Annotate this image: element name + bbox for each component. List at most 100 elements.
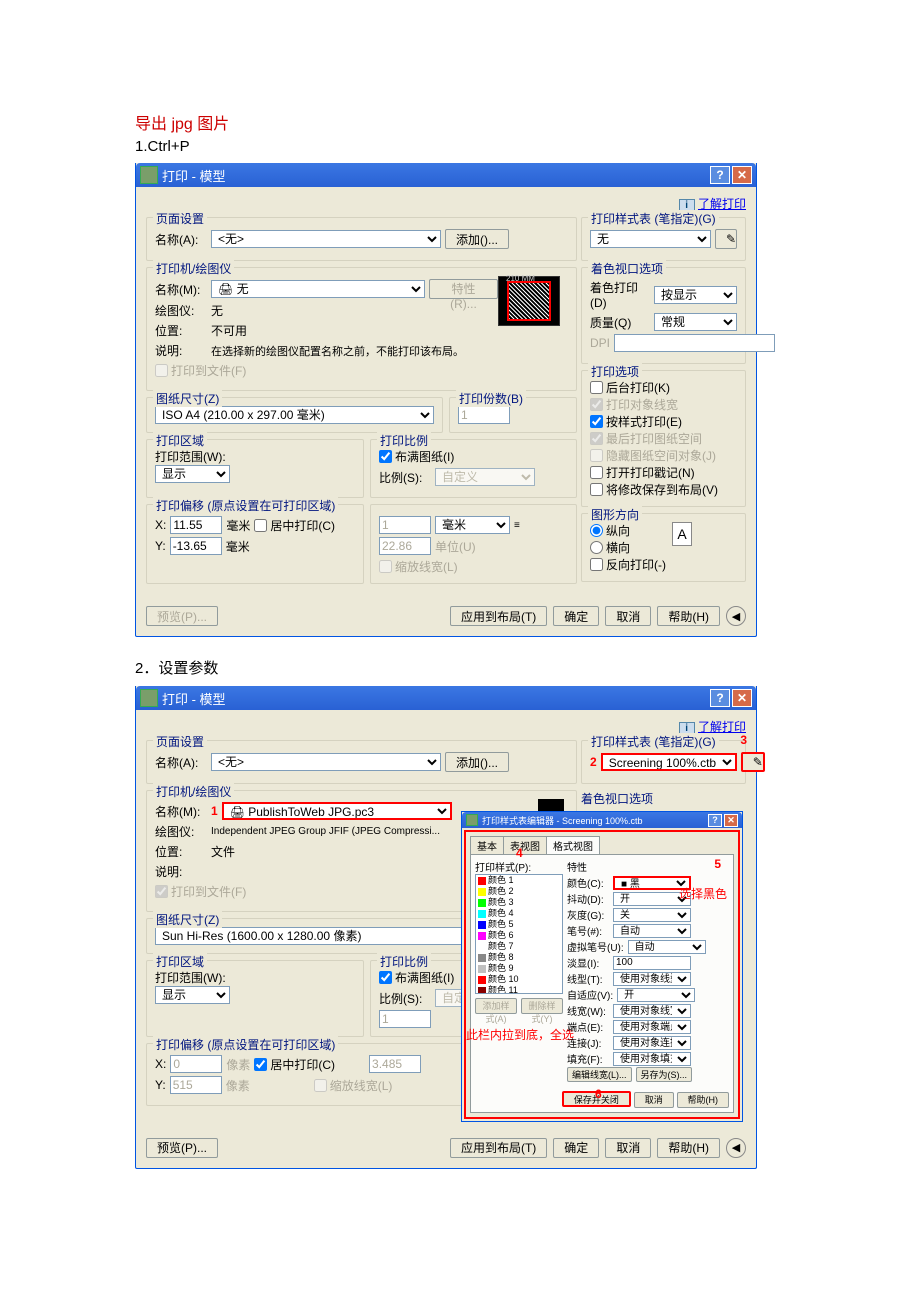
value: 在选择新的绘图仪配置名称之前，不能打印该布局。: [211, 343, 464, 359]
edit-style-button[interactable]: ✎: [715, 229, 737, 249]
y-input[interactable]: [170, 537, 222, 555]
label: 缩放线宽(L): [395, 558, 458, 575]
fs-title: 图形方向: [588, 506, 642, 523]
prop-input[interactable]: [613, 956, 691, 970]
printer-select[interactable]: 🖨 PublishToWeb JPG.pc3: [222, 802, 452, 820]
prop-select[interactable]: 使用对象端点样式: [613, 1020, 691, 1034]
scale-lw-check: [379, 560, 392, 573]
preview-button[interactable]: 预览(P)...: [146, 1138, 218, 1158]
fs-title: 打印偏移 (原点设置在可打印区域): [153, 1036, 338, 1053]
fs-scale: 打印比例 布满图纸(I) 比例(S):自定义: [370, 439, 577, 498]
prop-select[interactable]: 使用对象填充样式: [613, 1052, 691, 1066]
edit-lw-button[interactable]: 编辑线宽(L)...: [567, 1067, 632, 1082]
help-button[interactable]: 帮助(H): [657, 606, 720, 626]
label: 隐藏图纸空间对象(J): [606, 447, 716, 464]
fs-paper: 图纸尺寸(Z) ISO A4 (210.00 x 297.00 毫米): [146, 397, 443, 433]
apply-button[interactable]: 应用到布局(T): [450, 1138, 547, 1158]
fs-title: 打印偏移 (原点设置在可打印区域): [153, 497, 338, 514]
x-input[interactable]: [170, 516, 222, 534]
style-table-select[interactable]: Screening 100%.ctb: [601, 753, 737, 771]
help-button[interactable]: 帮助(H): [677, 1092, 730, 1108]
center-check[interactable]: [254, 519, 267, 532]
fs-title: 打印选项: [588, 363, 642, 380]
apply-button[interactable]: 应用到布局(T): [450, 606, 547, 626]
quality-select[interactable]: 常规: [654, 313, 737, 331]
label: 居中打印(C): [270, 1056, 335, 1073]
label: 说明:: [155, 863, 207, 880]
titlebar: 打印 - 模型 ? ✕: [136, 163, 756, 187]
label: 后台打印(K): [606, 379, 670, 396]
prop-select[interactable]: 自动: [613, 924, 691, 938]
learn-print-link[interactable]: 了解打印: [698, 720, 746, 734]
fit-check[interactable]: [379, 450, 392, 463]
tab-format[interactable]: 格式视图: [546, 836, 600, 854]
range-select[interactable]: 显示: [155, 986, 230, 1004]
unit-select[interactable]: 毫米: [435, 516, 510, 534]
add-button[interactable]: 添加()...: [445, 752, 509, 772]
add-button[interactable]: 添加()...: [445, 229, 509, 249]
paper-preview: [498, 276, 560, 326]
prop-select[interactable]: 开: [617, 988, 695, 1002]
portrait-radio[interactable]: [590, 524, 603, 537]
ok-button[interactable]: 确定: [553, 1138, 599, 1158]
label: 打印范围(W):: [155, 969, 355, 986]
y-input: [170, 1076, 222, 1094]
label: 单位(U): [435, 538, 476, 555]
saveas-button[interactable]: 另存为(S)...: [636, 1067, 693, 1082]
close-button[interactable]: ✕: [732, 689, 752, 707]
collapse-icon[interactable]: ◀: [726, 606, 746, 626]
window-title: 打印 - 模型: [162, 689, 708, 708]
cancel-button[interactable]: 取消: [605, 606, 651, 626]
edit-style-button[interactable]: ✎: [741, 752, 765, 772]
prop-select[interactable]: 使用对象线型: [613, 972, 691, 986]
center-check[interactable]: [254, 1058, 267, 1071]
scale-num: [379, 1010, 431, 1028]
ok-button[interactable]: 确定: [553, 606, 599, 626]
learn-print-link[interactable]: 了解打印: [698, 197, 746, 211]
reverse-check[interactable]: [590, 558, 603, 571]
printer-select[interactable]: 🖨 无: [211, 280, 425, 298]
fs-printer: 打印机/绘图仪 名称(M): 🖨 无 特性(R)... 绘图仪:无 位置:不可用…: [146, 267, 577, 391]
cancel-button[interactable]: 取消: [605, 1138, 651, 1158]
print-dialog-2: 打印 - 模型 ? ✕ i 了解打印 页面设置 名称(A): <无> 添加().…: [135, 686, 757, 1169]
opt-check[interactable]: [590, 483, 603, 496]
label: 缩放线宽(L): [330, 1077, 393, 1094]
del-style-button: 删除样式(Y): [521, 998, 563, 1014]
paper-size-select[interactable]: Sun Hi-Res (1600.00 x 1280.00 像素): [155, 927, 504, 945]
color-list[interactable]: 颜色 1颜色 2颜色 3颜色 4颜色 5颜色 6颜色 7颜色 8颜色 9颜色 1…: [475, 874, 563, 994]
label: Y:: [155, 539, 166, 553]
tab-table[interactable]: 表视图: [503, 836, 547, 854]
prop-select[interactable]: 关: [613, 908, 691, 922]
range-select[interactable]: 显示: [155, 465, 230, 483]
label: 最后打印图纸空间: [606, 430, 702, 447]
fit-check[interactable]: [379, 971, 392, 984]
fs-title: 打印比例: [377, 432, 431, 449]
help-button[interactable]: ?: [708, 814, 722, 827]
titlebar: 打印 - 模型 ? ✕: [136, 686, 756, 710]
paper-size-select[interactable]: ISO A4 (210.00 x 297.00 毫米): [155, 406, 434, 424]
opt-check[interactable]: [590, 381, 603, 394]
page-setup-select[interactable]: <无>: [211, 230, 441, 248]
shade-select[interactable]: 按显示: [654, 286, 737, 304]
landscape-radio[interactable]: [590, 541, 603, 554]
label: 淡显(I):: [567, 955, 609, 970]
close-button[interactable]: ✕: [724, 814, 738, 827]
label: 线宽(W):: [567, 1003, 609, 1018]
help-button[interactable]: 帮助(H): [657, 1138, 720, 1158]
prop-select[interactable]: 使用对象连接样式: [613, 1036, 691, 1050]
cancel-button[interactable]: 取消: [634, 1092, 674, 1108]
help-button[interactable]: ?: [710, 166, 730, 184]
label: X:: [155, 1057, 166, 1071]
prop-select[interactable]: 使用对象线宽: [613, 1004, 691, 1018]
fs-title: 打印机/绘图仪: [153, 260, 234, 277]
prop-select[interactable]: 自动: [628, 940, 706, 954]
style-table-select[interactable]: 无: [590, 230, 711, 248]
opt-check[interactable]: [590, 415, 603, 428]
close-button[interactable]: ✕: [732, 166, 752, 184]
collapse-icon[interactable]: ◀: [726, 1138, 746, 1158]
page-setup-select[interactable]: <无>: [211, 753, 441, 771]
label: 按样式打印(E): [606, 413, 682, 430]
help-button[interactable]: ?: [710, 689, 730, 707]
opt-check[interactable]: [590, 466, 603, 479]
tab-basic[interactable]: 基本: [470, 836, 504, 854]
